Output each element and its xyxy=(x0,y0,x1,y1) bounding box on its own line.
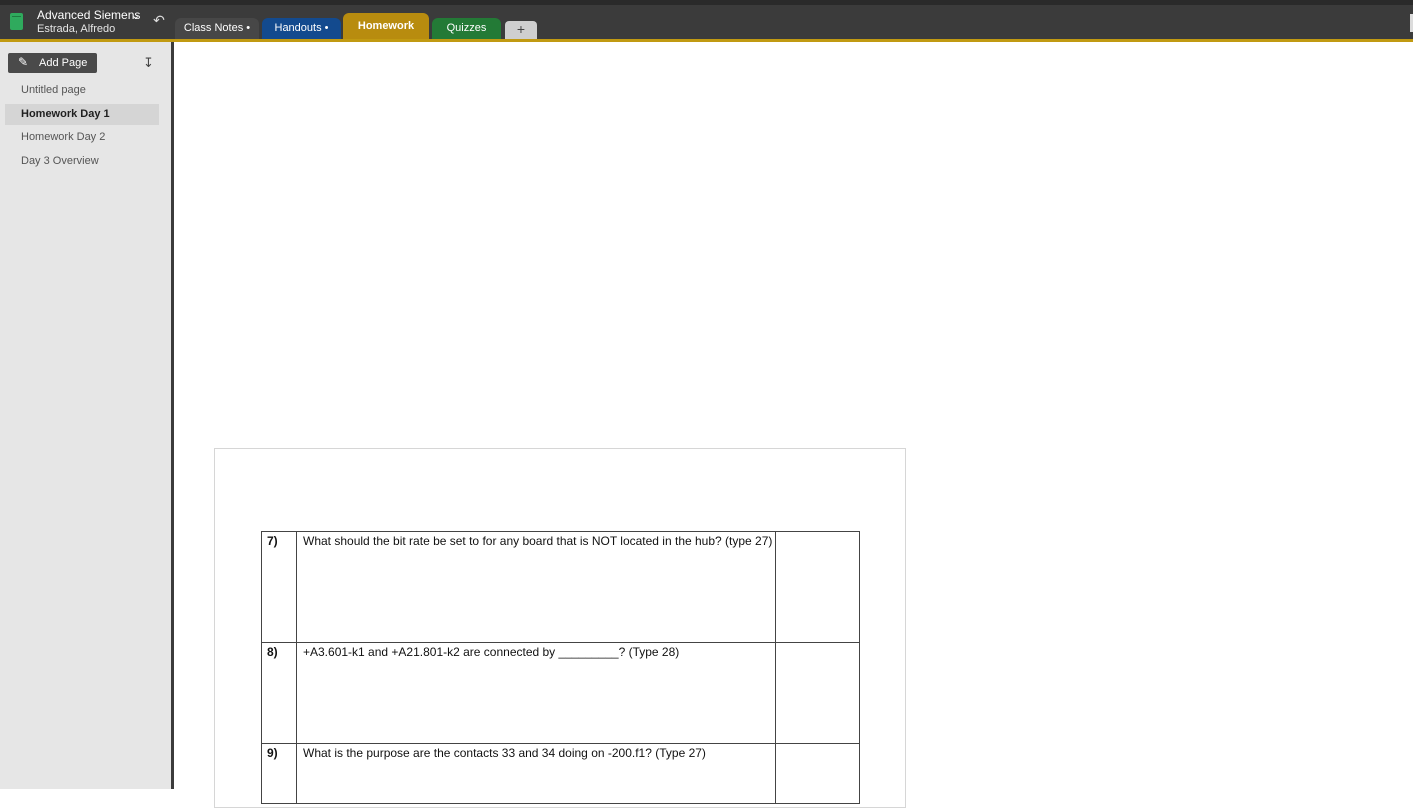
add-page-button[interactable]: ✎ Add Page xyxy=(8,53,97,73)
answer-cell[interactable] xyxy=(775,531,860,643)
notebook-title[interactable]: Advanced Siemens xyxy=(37,8,140,22)
add-page-label: Add Page xyxy=(39,57,88,69)
notebook-owner: Estrada, Alfredo xyxy=(37,23,116,35)
edit-icon: ✎ xyxy=(18,55,29,69)
page-list-sidebar: ✎ Add Page ↧ Untitled page Homework Day … xyxy=(0,42,171,789)
tab-handouts[interactable]: Handouts • xyxy=(262,18,341,39)
table-row: 9) What is the purpose are the contacts … xyxy=(261,743,860,804)
page-item-untitled[interactable]: Untitled page xyxy=(5,80,159,101)
page-item-homework-day-2[interactable]: Homework Day 2 xyxy=(5,127,159,148)
page-item-homework-day-1[interactable]: Homework Day 1 xyxy=(5,104,159,125)
window-strip xyxy=(0,0,1413,5)
tab-quizzes[interactable]: Quizzes xyxy=(432,18,501,39)
tab-class-notes[interactable]: Class Notes • xyxy=(175,18,259,39)
table-row: 7) What should the bit rate be set to fo… xyxy=(261,531,860,643)
notebook-icon[interactable] xyxy=(10,13,23,30)
sort-icon[interactable]: ↧ xyxy=(143,55,157,70)
answer-cell[interactable] xyxy=(775,743,860,804)
question-number: 8) xyxy=(261,642,297,744)
homework-table[interactable]: 7) What should the bit rate be set to fo… xyxy=(261,531,860,804)
question-text: What should the bit rate be set to for a… xyxy=(296,531,776,643)
question-text: +A3.601-k1 and +A21.801-k2 are connected… xyxy=(296,642,776,744)
question-number: 7) xyxy=(261,531,297,643)
add-section-button[interactable]: + xyxy=(505,21,537,39)
undo-icon[interactable]: ↶ xyxy=(151,12,167,30)
page-item-day-3-overview[interactable]: Day 3 Overview xyxy=(5,151,159,172)
chevron-down-icon[interactable]: ⌄ xyxy=(131,9,140,22)
table-row: 8) +A3.601-k1 and +A21.801-k2 are connec… xyxy=(261,642,860,744)
question-number: 9) xyxy=(261,743,297,804)
question-text: What is the purpose are the contacts 33 … xyxy=(296,743,776,804)
tab-homework[interactable]: Homework xyxy=(343,13,429,40)
answer-cell[interactable] xyxy=(775,642,860,744)
title-bar: Advanced Siemens ⌄ Estrada, Alfredo ↶ Cl… xyxy=(0,0,1413,42)
